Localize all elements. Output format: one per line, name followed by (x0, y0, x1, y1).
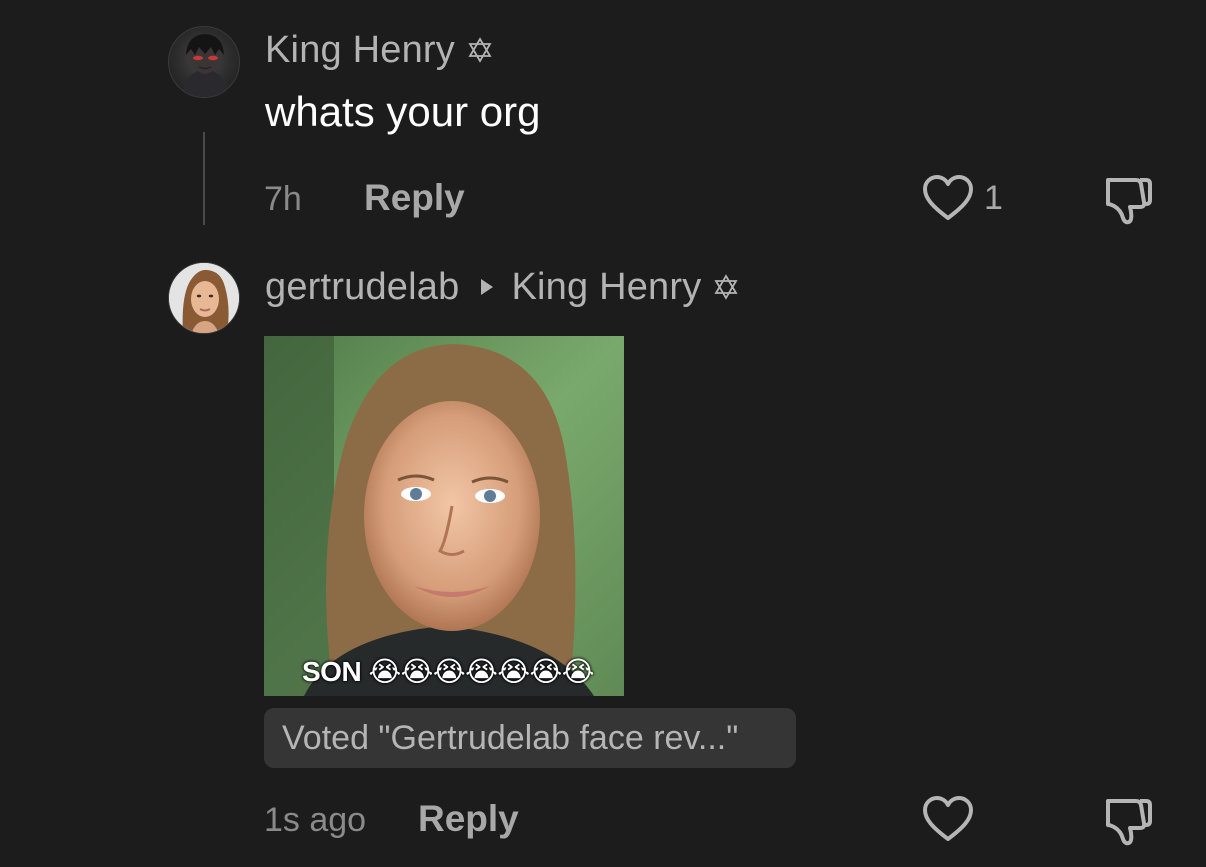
thread-line (203, 132, 205, 225)
like-button[interactable]: 1 (922, 174, 1003, 222)
star-of-david-icon (468, 37, 492, 63)
comment-header: gertrudelab King Henry (265, 264, 739, 310)
comments-thread: King Henry whats your org 7h Reply 1 ger… (0, 0, 1206, 867)
comment-text: whats your org (265, 88, 541, 135)
dislike-button[interactable] (1100, 174, 1154, 226)
star-of-david-icon (714, 274, 739, 300)
triangle-right-icon (481, 279, 494, 295)
like-button[interactable] (922, 795, 974, 843)
portrait-photo (264, 336, 624, 696)
comment-header: King Henry (265, 27, 493, 73)
image-caption: SON 😭😭😭😭😭😭😭 (302, 656, 594, 687)
comment-timestamp: 7h (264, 180, 302, 218)
username[interactable]: King Henry (265, 29, 455, 72)
thumbs-down-outline-icon (1106, 178, 1152, 225)
comment-timestamp: 1s ago (264, 801, 367, 839)
reply-button[interactable]: Reply (418, 798, 519, 840)
username[interactable]: gertrudelab (265, 266, 459, 309)
reply-button[interactable]: Reply (364, 177, 465, 219)
dislike-button[interactable] (1100, 795, 1154, 847)
heart-outline-icon (923, 175, 973, 220)
like-count: 1 (984, 178, 1003, 217)
reply-to-username[interactable]: King Henry (511, 266, 701, 309)
comment-image[interactable]: SON 😭😭😭😭😭😭😭 (264, 336, 624, 696)
avatar-gertrudelab[interactable] (168, 262, 240, 334)
heart-outline-icon (923, 796, 973, 841)
thumbs-down-outline-icon (1106, 799, 1152, 846)
vote-badge[interactable]: Voted "Gertrudelab face rev..." (264, 708, 796, 768)
avatar-king-henry[interactable] (168, 26, 240, 98)
